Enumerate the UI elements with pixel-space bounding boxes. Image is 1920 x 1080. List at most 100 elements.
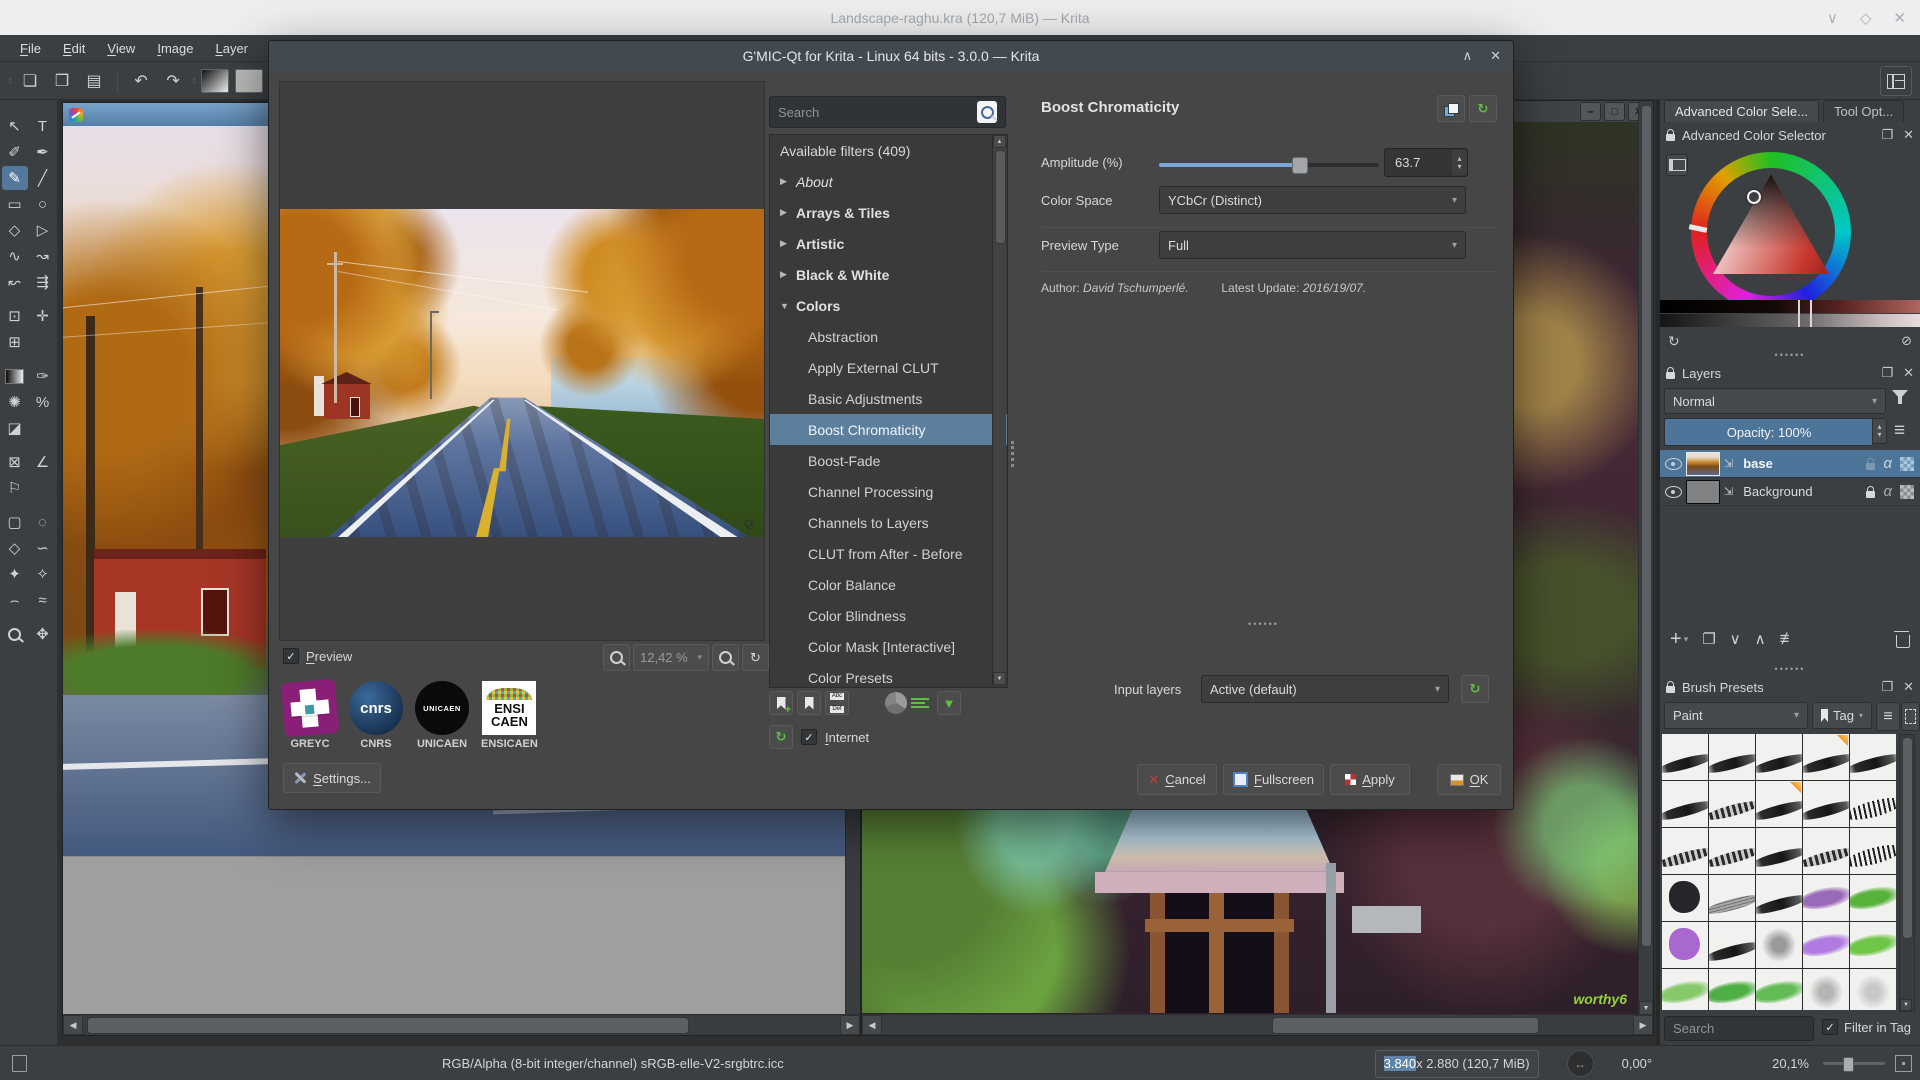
tool-text[interactable]: T xyxy=(30,114,56,138)
docker-float-icon[interactable]: ❐ xyxy=(1881,127,1893,143)
preview-checkbox[interactable]: ✓ xyxy=(283,648,299,664)
pane-splitter[interactable] xyxy=(1011,441,1014,467)
tool-polygon[interactable]: ◇ xyxy=(2,218,28,242)
brush-preset[interactable] xyxy=(1756,781,1802,827)
brush-preset[interactable] xyxy=(1803,875,1849,921)
add-layer-button[interactable]: + xyxy=(1670,628,1682,651)
alpha-inherit-icon[interactable] xyxy=(1900,456,1914,471)
subwindow-minimize-icon[interactable]: – xyxy=(1580,102,1601,121)
brush-preset[interactable] xyxy=(1756,734,1802,780)
scroll-up-icon[interactable]: ▲ xyxy=(993,135,1006,148)
no-color-icon[interactable]: ⊘ xyxy=(1901,333,1912,349)
filter-abstraction[interactable]: Abstraction xyxy=(770,321,1007,352)
cancel-button[interactable]: ✕ Cancel xyxy=(1137,764,1217,795)
tool-color-sampler[interactable]: ✑ xyxy=(30,364,56,388)
filter-black-white[interactable]: ▶ Black & White xyxy=(770,259,1007,290)
tab-advanced-color-selector[interactable]: Advanced Color Sele... xyxy=(1664,100,1819,122)
tool-transform[interactable]: ⊡ xyxy=(2,304,28,328)
filter-boost-fade[interactable]: Boost-Fade xyxy=(770,445,1007,476)
inherit-alpha-icon[interactable]: ⇲ xyxy=(1724,485,1733,498)
brush-preset[interactable] xyxy=(1850,828,1896,874)
brush-preset[interactable] xyxy=(1662,969,1708,1010)
layer-row-background[interactable]: ⇲ Background α xyxy=(1660,478,1920,506)
rename-favorite-button[interactable]: Abc Def xyxy=(825,691,849,715)
scroll-left-icon[interactable]: ◀ xyxy=(63,1015,83,1035)
brush-preset[interactable] xyxy=(1850,734,1896,780)
docker-float-icon[interactable]: ❐ xyxy=(1881,365,1893,381)
tool-colorize-mask[interactable]: % xyxy=(30,390,56,414)
preset-thumbnail-button[interactable] xyxy=(1901,702,1920,731)
tab-tool-options[interactable]: Tool Opt... xyxy=(1822,100,1905,122)
opacity-spinner[interactable]: ▴ ▾ xyxy=(1872,418,1887,444)
delete-layer-button[interactable] xyxy=(1894,630,1910,648)
tool-gradient[interactable] xyxy=(2,364,28,388)
search-button[interactable] xyxy=(977,101,997,123)
window-close-icon[interactable]: ✕ xyxy=(1893,9,1906,27)
filter-colors[interactable]: ▼ Colors xyxy=(770,290,1007,321)
brush-preset[interactable] xyxy=(1850,922,1896,968)
filter-list-scrollbar[interactable]: ▲ ▼ xyxy=(992,135,1006,685)
tool-similar-color-select[interactable]: ✦ xyxy=(2,562,28,586)
gradient-chooser-button[interactable] xyxy=(201,68,230,93)
docker-close-icon[interactable]: ✕ xyxy=(1903,679,1914,695)
brush-preset[interactable] xyxy=(1803,734,1849,780)
filter-in-tag-checkbox[interactable]: ✓ xyxy=(1822,1019,1838,1035)
docker-lock-icon[interactable] xyxy=(1666,129,1675,141)
horizontal-scrollbar[interactable]: ◀ ▶ xyxy=(63,1014,860,1035)
tool-line[interactable]: ╱ xyxy=(30,166,56,190)
filter-color-blindness[interactable]: Color Blindness xyxy=(770,600,1007,631)
redo-button[interactable]: ↷ xyxy=(160,68,186,94)
zoom-slider[interactable] xyxy=(1823,1057,1885,1072)
toolbar-grip[interactable]: ⁞⁞ xyxy=(192,76,196,86)
expand-list-icon[interactable] xyxy=(911,692,933,714)
vertical-scrollbar[interactable]: ▼ xyxy=(1638,101,1653,1015)
shade-slider-bottom[interactable] xyxy=(1660,314,1920,327)
preview-zoom-select[interactable]: 12,42 % ▾ xyxy=(633,644,709,671)
tool-fill[interactable]: ◪ xyxy=(2,416,28,440)
brush-preset[interactable] xyxy=(1756,969,1802,1010)
blend-mode-select[interactable]: Normal ▾ xyxy=(1664,388,1886,414)
layer-properties-button[interactable]: ≢ xyxy=(1780,629,1797,649)
tool-freehand-select[interactable]: ∽ xyxy=(30,536,56,560)
docker-close-icon[interactable]: ✕ xyxy=(1903,127,1914,143)
tool-freehand-brush[interactable]: ✎ xyxy=(1,166,28,190)
filter-basic-adjustments[interactable]: Basic Adjustments xyxy=(770,383,1007,414)
inherit-alpha-icon[interactable]: ⇲ xyxy=(1724,457,1733,470)
filter-color-presets[interactable]: Color Presets xyxy=(770,662,1007,687)
tool-polyline[interactable]: ▷ xyxy=(30,218,56,242)
tool-bezier-select[interactable]: ⌢ xyxy=(2,588,28,612)
docker-lock-icon[interactable] xyxy=(1666,367,1675,379)
preset-details-button[interactable]: ≡ xyxy=(1876,702,1900,731)
brush-preset[interactable] xyxy=(1709,969,1755,1010)
spinbox-arrows[interactable]: ▴ ▾ xyxy=(1452,150,1467,175)
brush-preset[interactable] xyxy=(1709,875,1755,921)
brush-search-input[interactable]: Search xyxy=(1664,1016,1814,1041)
brush-preset[interactable] xyxy=(1850,969,1896,1010)
brush-preset[interactable] xyxy=(1662,781,1708,827)
subwindow-maximize-icon[interactable]: □ xyxy=(1604,102,1625,121)
brush-preset[interactable] xyxy=(1662,922,1708,968)
docker-splitter[interactable]: •••••• xyxy=(1660,664,1920,674)
scroll-right-icon[interactable]: ▶ xyxy=(1633,1015,1653,1035)
brush-preset[interactable] xyxy=(1662,875,1708,921)
scroll-left-icon[interactable]: ◀ xyxy=(862,1015,882,1035)
brush-preset[interactable] xyxy=(1709,734,1755,780)
add-favorite-button[interactable]: + xyxy=(769,691,793,716)
window-minimize-icon[interactable]: ∨ xyxy=(1827,9,1838,27)
menu-view[interactable]: View xyxy=(97,38,145,59)
gmic-shade-icon[interactable]: ∧ xyxy=(1463,48,1473,64)
preview-type-select[interactable]: Full ▾ xyxy=(1159,231,1466,259)
tool-calligraphy[interactable]: ✒ xyxy=(30,140,56,164)
scroll-down-icon[interactable]: ▼ xyxy=(993,672,1006,685)
tool-rectangle[interactable]: ▭ xyxy=(2,192,28,216)
tool-select-shapes[interactable]: ↖ xyxy=(2,114,28,138)
gmic-close-icon[interactable]: ✕ xyxy=(1490,48,1501,64)
brush-preset[interactable] xyxy=(1709,922,1755,968)
brush-preset[interactable] xyxy=(1756,875,1802,921)
input-layers-select[interactable]: Active (default) ▾ xyxy=(1201,675,1449,703)
selector-settings-button[interactable] xyxy=(1666,154,1688,176)
tool-bezier-curve[interactable]: ∿ xyxy=(2,244,28,268)
alpha-lock-icon[interactable]: α xyxy=(1883,455,1892,472)
scroll-down-icon[interactable]: ▼ xyxy=(1900,999,1912,1011)
panel-splitter[interactable]: •••••• xyxy=(1026,619,1501,629)
